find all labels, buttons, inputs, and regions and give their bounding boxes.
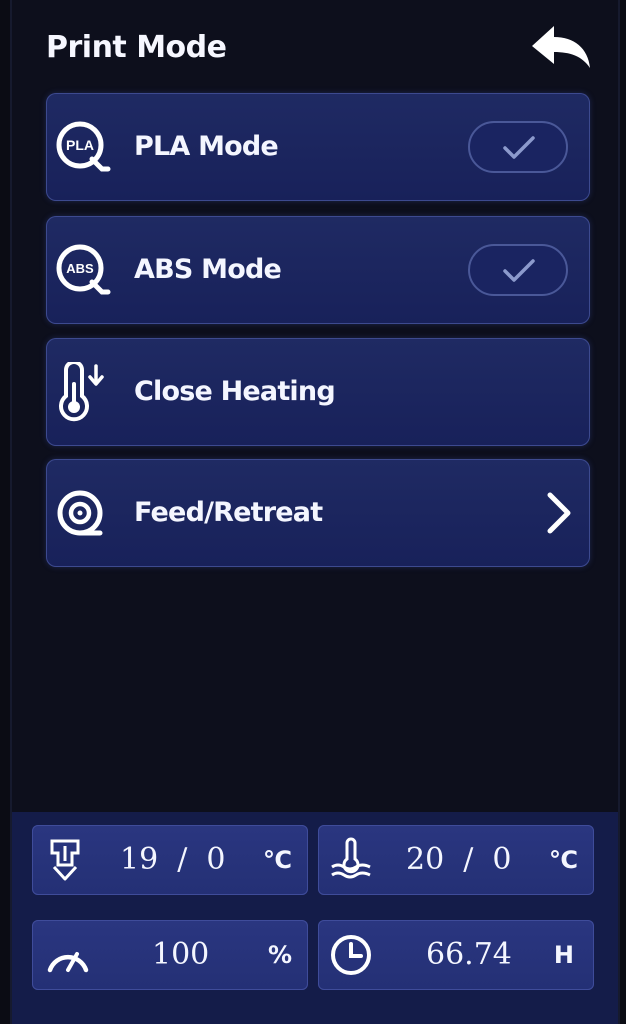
abs-mode-label: ABS Mode — [134, 254, 282, 285]
thermometer-down-icon — [59, 362, 104, 422]
checkmark-icon — [503, 259, 535, 282]
back-arrow-icon — [532, 26, 590, 68]
nozzle-temp-unit: ℃ — [262, 846, 292, 874]
print-time-tile[interactable]: 66.74 H — [318, 920, 594, 990]
page-title: Print Mode — [46, 30, 227, 65]
speed-tile[interactable]: 100 % — [32, 920, 308, 990]
abs-mode-toggle[interactable] — [468, 244, 568, 296]
pla-mode-toggle[interactable] — [468, 121, 568, 173]
bed-temp-icon — [331, 837, 371, 879]
feed-retreat-button[interactable]: Feed/Retreat — [46, 459, 590, 567]
filament-spool-icon — [57, 490, 103, 536]
nozzle-temp-value: 19 / 0 — [120, 842, 226, 877]
pla-mode-button[interactable]: PLA PLA Mode — [46, 93, 590, 201]
speed-unit: % — [267, 941, 292, 969]
back-button[interactable] — [528, 22, 594, 78]
bed-temp-value: 20 / 0 — [406, 842, 512, 877]
pla-mode-label: PLA Mode — [134, 131, 279, 162]
feed-retreat-label: Feed/Retreat — [134, 497, 323, 528]
bed-temp-unit: ℃ — [548, 846, 578, 874]
close-heating-button[interactable]: Close Heating — [46, 338, 590, 446]
status-bar: 19 / 0 ℃ 20 / 0 ℃ 100 % 66.74 H — [12, 812, 618, 1024]
print-time-value: 66.74 — [426, 937, 512, 972]
bed-temp-tile[interactable]: 20 / 0 ℃ — [318, 825, 594, 895]
nozzle-temp-tile[interactable]: 19 / 0 ℃ — [32, 825, 308, 895]
chevron-right-icon — [547, 492, 571, 534]
print-mode-screen: Print Mode PLA PLA Mode ABS ABS Mode Clo… — [10, 0, 620, 1024]
print-time-unit: H — [553, 941, 574, 969]
checkmark-icon — [503, 136, 535, 159]
pla-icon-text: PLA — [66, 137, 94, 153]
clock-icon — [331, 935, 371, 975]
pla-icon: PLA — [56, 121, 111, 172]
speed-gauge-icon — [47, 952, 89, 973]
nozzle-temp-icon — [50, 839, 80, 881]
speed-value: 100 — [152, 937, 210, 972]
close-heating-label: Close Heating — [134, 376, 336, 407]
abs-mode-button[interactable]: ABS ABS Mode — [46, 216, 590, 324]
abs-icon: ABS — [56, 244, 111, 295]
abs-icon-text: ABS — [66, 261, 94, 276]
